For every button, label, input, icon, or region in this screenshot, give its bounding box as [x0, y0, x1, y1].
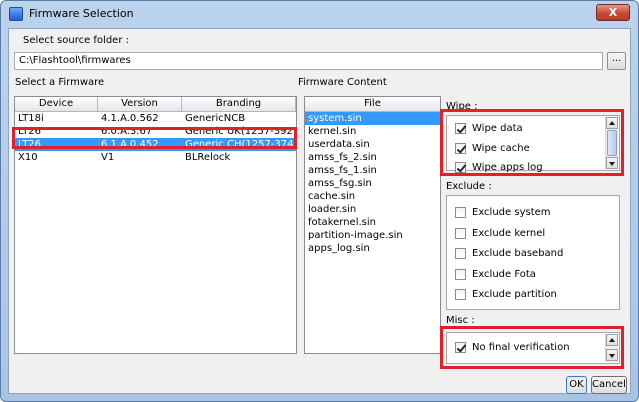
list-item[interactable]: partition-image.sin	[305, 229, 440, 242]
exclude-partition-checkbox[interactable]: Exclude partition	[455, 287, 557, 301]
dialog-body: Select source folder : C:\Flashtool\firm…	[8, 28, 631, 394]
column-header-branding[interactable]: Branding	[182, 97, 296, 112]
checkbox-unchecked-icon[interactable]	[455, 247, 466, 259]
firmware-selection-window: Firmware Selection X Select source folde…	[0, 0, 639, 402]
firmware-content-label: Firmware Content	[298, 77, 387, 88]
cancel-button[interactable]: Cancel	[591, 376, 627, 394]
cell-device: X10	[18, 152, 38, 163]
exclude-baseband-label: Exclude baseband	[472, 247, 564, 259]
checkbox-unchecked-icon[interactable]	[455, 268, 466, 280]
window-title: Firmware Selection	[29, 7, 134, 20]
exclude-partition-label: Exclude partition	[472, 288, 557, 300]
list-item[interactable]: loader.sin	[305, 203, 440, 216]
table-row[interactable]: LT18i 4.1.A.0.562 GenericNCB	[15, 112, 296, 125]
list-item[interactable]: amss_fs_2.sin	[305, 151, 440, 164]
exclude-options: Exclude system Exclude kernel Exclude ba…	[446, 195, 620, 310]
checkbox-unchecked-icon[interactable]	[455, 288, 466, 300]
list-item[interactable]: userdata.sin	[305, 138, 440, 151]
close-button[interactable]: X	[596, 4, 630, 21]
ok-button[interactable]: OK	[566, 376, 587, 394]
exclude-baseband-checkbox[interactable]: Exclude baseband	[455, 246, 563, 260]
list-item-selected[interactable]: system.sin	[305, 112, 440, 125]
browse-button[interactable]: ...	[607, 52, 626, 70]
list-item[interactable]: amss_fsg.sin	[305, 177, 440, 190]
firmware-table-header: Device Version Branding	[15, 97, 296, 112]
exclude-system-checkbox[interactable]: Exclude system	[455, 205, 551, 219]
cell-version: V1	[101, 152, 115, 163]
select-firmware-label: Select a Firmware	[15, 77, 105, 88]
column-header-version[interactable]: Version	[98, 97, 182, 112]
firmware-content-list: File system.sin kernel.sin userdata.sin …	[304, 96, 441, 354]
table-row[interactable]: X10 V1 BLRelock	[15, 151, 296, 164]
cell-device: LT18i	[18, 113, 44, 124]
cell-version: 4.1.A.0.562	[101, 113, 159, 124]
exclude-label: Exclude :	[446, 181, 492, 192]
firmware-row-highlight	[12, 127, 297, 149]
column-header-device[interactable]: Device	[15, 97, 98, 112]
exclude-fota-label: Exclude Fota	[472, 268, 536, 280]
exclude-kernel-checkbox[interactable]: Exclude kernel	[455, 226, 545, 240]
misc-label: Misc :	[446, 315, 475, 326]
column-header-file[interactable]: File	[305, 97, 440, 112]
misc-highlight	[440, 326, 624, 369]
source-folder-input[interactable]: C:\Flashtool\firmwares	[14, 52, 603, 70]
app-icon	[9, 7, 23, 21]
checkbox-unchecked-icon[interactable]	[455, 227, 466, 239]
cell-branding: GenericNCB	[185, 113, 246, 124]
checkbox-unchecked-icon[interactable]	[455, 206, 466, 218]
list-item[interactable]: cache.sin	[305, 190, 440, 203]
wipe-highlight	[440, 109, 624, 176]
exclude-kernel-label: Exclude kernel	[472, 227, 546, 239]
list-item[interactable]: amss_fs_1.sin	[305, 164, 440, 177]
title-bar[interactable]: Firmware Selection X	[1, 1, 638, 27]
list-item[interactable]: kernel.sin	[305, 125, 440, 138]
source-folder-label: Select source folder :	[23, 35, 129, 46]
list-item[interactable]: apps_log.sin	[305, 242, 440, 255]
cell-branding: BLRelock	[185, 152, 231, 163]
list-item[interactable]: fotakernel.sin	[305, 216, 440, 229]
exclude-fota-checkbox[interactable]: Exclude Fota	[455, 267, 536, 281]
exclude-system-label: Exclude system	[472, 206, 551, 218]
